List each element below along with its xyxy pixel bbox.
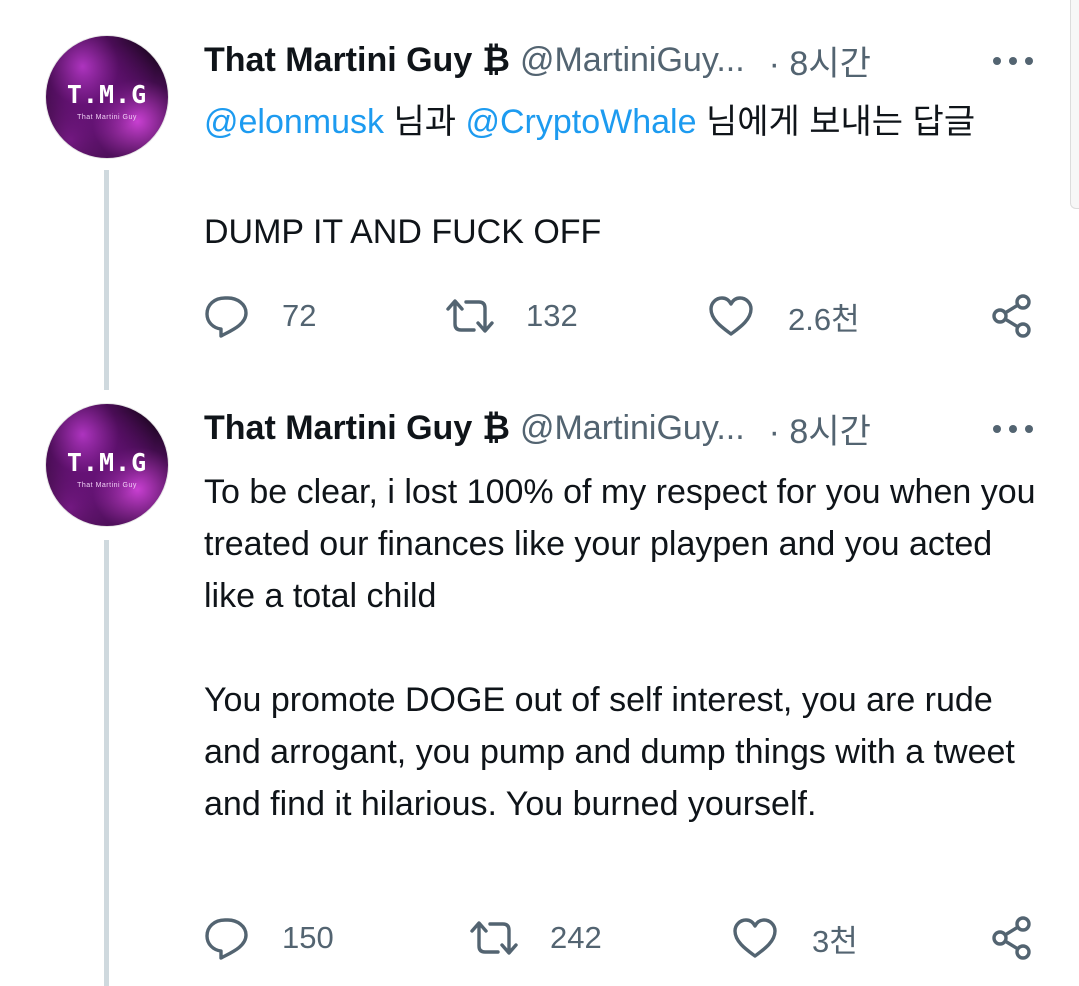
more-dots-icon[interactable] [993,423,1033,435]
like-button[interactable]: 2.6천 [708,292,860,340]
tweet-time[interactable]: · 8시간 [769,36,871,85]
avatar[interactable]: T.M.G That Martini Guy [46,404,168,526]
reply-button[interactable]: 150 [204,914,334,962]
tweet-actions: 150 242 3천 [204,914,1044,962]
mention-link[interactable]: @CryptoWhale [465,103,696,141]
thread-line [104,540,109,986]
tweet-time[interactable]: · 8시간 [769,404,871,453]
avatar-logo-text: T.M.G [66,448,148,477]
like-count: 3천 [812,923,858,959]
share-icon [992,916,1031,960]
reply-count: 72 [282,298,317,333]
tweet-text: DUMP IT AND FUCK OFF [204,206,1044,258]
heart-icon [733,918,777,958]
retweet-button[interactable]: 132 [444,292,578,340]
share-button[interactable] [990,916,1034,965]
retweet-icon [470,921,518,955]
retweet-icon [446,299,494,333]
tweet-paragraph: You promote DOGE out of self interest, y… [204,681,1015,823]
reply-button[interactable]: 72 [204,292,316,340]
tweet-paragraph: DUMP IT AND FUCK OFF [204,213,602,251]
author-handle[interactable]: @MartiniGuy... [520,409,745,448]
avatar[interactable]: T.M.G That Martini Guy [46,36,168,158]
retweet-count: 132 [526,298,578,333]
like-count: 2.6천 [788,301,860,337]
more-dots-icon[interactable] [993,55,1033,67]
reply-context: @elonmusk 님과 @CryptoWhale 님에게 보내는 답글 [204,98,1044,146]
tweet-paragraph: To be clear, i lost 100% of my respect f… [204,473,1036,615]
reply-icon [205,918,248,960]
avatar-logo-subtext: That Martini Guy [77,482,137,489]
mention-link[interactable]: @elonmusk [204,103,384,141]
tweet-text: To be clear, i lost 100% of my respect f… [204,466,1044,830]
author-name[interactable]: That Martini Guy [204,409,472,448]
author-handle[interactable]: @MartiniGuy... [520,41,745,80]
share-icon [992,294,1031,338]
reply-icon [205,296,248,338]
share-button[interactable] [990,294,1034,343]
retweet-count: 242 [550,920,602,955]
tweet-header: That Martini Guy ₿ @MartiniGuy... · 8시간 [204,404,1039,452]
reply-context-text: 님에게 보내는 답글 [696,103,976,141]
tweet-actions: 72 132 2.6천 [204,292,1044,340]
avatar-logo-text: T.M.G [66,80,148,109]
avatar-logo-subtext: That Martini Guy [77,114,137,121]
retweet-button[interactable]: 242 [468,914,602,962]
reply-context-text: 님과 [384,103,466,141]
reply-count: 150 [282,920,334,955]
bitcoin-badge: ₿ [482,408,510,447]
like-button[interactable]: 3천 [732,914,858,962]
thread-line [104,170,109,390]
bitcoin-badge: ₿ [482,40,510,79]
author-name[interactable]: That Martini Guy [204,41,472,80]
tweet-header: That Martini Guy ₿ @MartiniGuy... · 8시간 [204,36,1039,84]
scrollbar[interactable] [1070,0,1079,209]
heart-icon [709,296,753,336]
